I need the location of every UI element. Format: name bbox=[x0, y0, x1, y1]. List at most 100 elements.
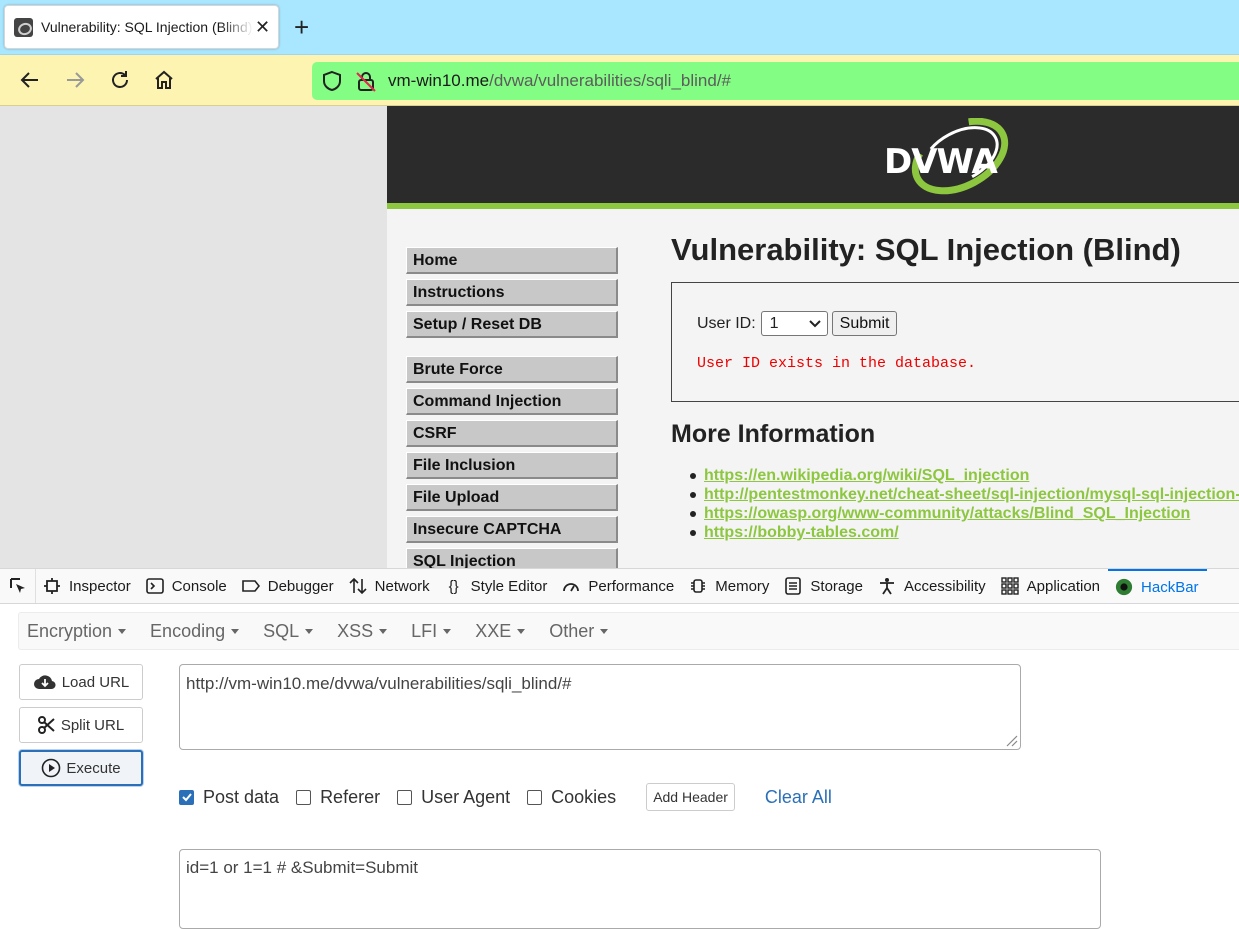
chevron-down-icon bbox=[808, 320, 821, 328]
dvwa-main-content: Vulnerability: SQL Injection (Blind) Use… bbox=[671, 232, 1239, 541]
post-data-label: Post data bbox=[203, 786, 280, 807]
close-tab-icon[interactable]: ✕ bbox=[255, 18, 270, 36]
menu-item-csrf[interactable]: CSRF bbox=[406, 420, 618, 447]
caret-down-icon bbox=[600, 629, 609, 635]
post-data-checkbox[interactable] bbox=[179, 789, 194, 805]
tab-label: Accessibility bbox=[903, 577, 986, 595]
menu-label: LFI bbox=[411, 620, 438, 641]
menu-xxe[interactable]: XXE bbox=[475, 621, 526, 642]
resize-grip-icon[interactable] bbox=[1004, 733, 1018, 747]
tracking-shield-icon[interactable] bbox=[321, 70, 343, 92]
menu-item-sql-injection[interactable]: SQL Injection bbox=[406, 548, 618, 568]
referer-option[interactable]: Referer bbox=[296, 787, 380, 808]
hackbar-url-textarea[interactable]: http://vm-win10.me/dvwa/vulnerabilities/… bbox=[179, 664, 1021, 750]
load-url-button[interactable]: Load URL bbox=[19, 664, 143, 700]
menu-label: XSS bbox=[337, 620, 374, 641]
home-icon[interactable] bbox=[150, 66, 178, 94]
menu-item-file-inclusion[interactable]: File Inclusion bbox=[406, 452, 618, 479]
forward-arrow-icon[interactable] bbox=[61, 66, 89, 94]
menu-item-file-upload[interactable]: File Upload bbox=[406, 484, 618, 511]
execute-button[interactable]: Execute bbox=[19, 750, 143, 786]
user-agent-option[interactable]: User Agent bbox=[397, 787, 510, 808]
post-data-textarea[interactable]: id=1 or 1=1 # &Submit=Submit bbox=[179, 849, 1101, 929]
clear-all-link[interactable]: Clear All bbox=[765, 787, 832, 808]
menu-item-brute-force[interactable]: Brute Force bbox=[406, 356, 618, 383]
devtools-panel: Inspector Console Debugger Network {} Sty… bbox=[0, 568, 1239, 929]
menu-lfi[interactable]: LFI bbox=[411, 620, 452, 642]
dvwa-header: DVWA bbox=[387, 106, 1239, 209]
scissors-icon bbox=[37, 716, 55, 734]
back-arrow-icon[interactable] bbox=[16, 66, 44, 94]
menu-item-insecure-captcha[interactable]: Insecure CAPTCHA bbox=[406, 516, 618, 543]
tab-storage[interactable]: Storage bbox=[777, 569, 871, 603]
url-textarea-value: http://vm-win10.me/dvwa/vulnerabilities/… bbox=[186, 674, 572, 693]
browser-tab[interactable]: Vulnerability: SQL Injection (Blind) :: … bbox=[4, 5, 279, 49]
tab-label: Performance bbox=[588, 577, 675, 595]
menu-other[interactable]: Other bbox=[549, 621, 609, 642]
user-agent-checkbox[interactable] bbox=[397, 789, 413, 805]
tab-hackbar[interactable]: HackBar bbox=[1108, 569, 1207, 603]
tab-label: HackBar bbox=[1141, 578, 1199, 596]
menu-item-setup[interactable]: Setup / Reset DB bbox=[406, 311, 618, 338]
tab-debugger[interactable]: Debugger bbox=[235, 569, 342, 603]
result-message: User ID exists in the database. bbox=[697, 355, 977, 372]
hackbar-options-row: Post data Referer User Agent Cookies Add… bbox=[179, 783, 832, 811]
reload-icon[interactable] bbox=[106, 66, 134, 94]
url-text[interactable]: vm-win10.me/dvwa/vulnerabilities/sqli_bl… bbox=[388, 71, 731, 91]
user-agent-label: User Agent bbox=[421, 786, 511, 807]
tab-network[interactable]: Network bbox=[342, 569, 438, 603]
split-url-button[interactable]: Split URL bbox=[19, 707, 143, 743]
tab-console[interactable]: Console bbox=[139, 569, 235, 603]
tab-inspector[interactable]: Inspector bbox=[36, 569, 139, 603]
console-icon bbox=[145, 577, 164, 595]
hackbar-menu-bar: Encryption Encoding SQL XSS LFI XXE Othe… bbox=[18, 612, 1239, 650]
user-id-form: User ID: 1 Submit bbox=[697, 311, 898, 336]
caret-down-icon bbox=[443, 629, 452, 635]
reference-link-bobby-tables[interactable]: https://bobby-tables.com/ bbox=[704, 524, 899, 541]
insecure-lock-icon[interactable] bbox=[355, 70, 377, 92]
user-id-label: User ID: bbox=[697, 314, 756, 332]
menu-xss[interactable]: XSS bbox=[337, 620, 388, 642]
tab-style-editor[interactable]: {} Style Editor bbox=[438, 569, 556, 603]
tab-application[interactable]: Application bbox=[994, 569, 1108, 603]
tab-label: Debugger bbox=[267, 577, 334, 595]
menu-sql[interactable]: SQL bbox=[263, 620, 314, 642]
caret-down-icon bbox=[231, 629, 240, 635]
menu-encoding[interactable]: Encoding bbox=[150, 621, 240, 642]
element-picker-icon[interactable] bbox=[0, 569, 36, 603]
dvwa-page: DVWA Home Instructions Setup / Reset DB … bbox=[387, 106, 1239, 568]
tab-label: Memory bbox=[715, 577, 770, 595]
address-bar[interactable]: vm-win10.me/dvwa/vulnerabilities/sqli_bl… bbox=[312, 62, 1239, 100]
menu-encryption[interactable]: Encryption bbox=[27, 620, 127, 642]
cookies-checkbox[interactable] bbox=[527, 789, 543, 805]
menu-item-instructions[interactable]: Instructions bbox=[406, 279, 618, 306]
referer-checkbox[interactable] bbox=[296, 789, 312, 805]
list-item: https://en.wikipedia.org/wiki/SQL_inject… bbox=[690, 466, 1239, 485]
vulnerable-code-area: User ID: 1 Submit User ID exists in the … bbox=[671, 282, 1239, 402]
cookies-label: Cookies bbox=[551, 786, 617, 807]
menu-item-home[interactable]: Home bbox=[406, 247, 618, 274]
add-header-button[interactable]: Add Header bbox=[646, 783, 735, 811]
menu-label: Encryption bbox=[27, 620, 113, 641]
reference-link-wikipedia[interactable]: https://en.wikipedia.org/wiki/SQL_inject… bbox=[704, 467, 1029, 484]
url-host: vm-win10.me bbox=[388, 71, 490, 90]
menu-label: SQL bbox=[263, 620, 300, 641]
tab-performance[interactable]: Performance bbox=[555, 569, 682, 603]
user-id-select[interactable]: 1 bbox=[760, 311, 828, 336]
reference-link-pentestmonkey[interactable]: http://pentestmonkey.net/cheat-sheet/sql… bbox=[704, 486, 1239, 503]
referer-label: Referer bbox=[320, 786, 381, 807]
tab-accessibility[interactable]: Accessibility bbox=[871, 569, 994, 603]
dvwa-logo[interactable]: DVWA bbox=[880, 118, 1016, 196]
style-editor-braces-icon: {} bbox=[448, 577, 459, 595]
more-information-heading: More Information bbox=[671, 420, 876, 448]
submit-button[interactable]: Submit bbox=[831, 311, 898, 336]
caret-down-icon bbox=[517, 629, 526, 635]
tab-memory[interactable]: Memory bbox=[682, 569, 777, 603]
menu-item-command-injection[interactable]: Command Injection bbox=[406, 388, 618, 415]
new-tab-plus-icon[interactable]: + bbox=[294, 14, 309, 40]
reference-link-owasp[interactable]: https://owasp.org/www-community/attacks/… bbox=[704, 505, 1190, 522]
post-data-option[interactable]: Post data bbox=[179, 787, 279, 808]
cookies-option[interactable]: Cookies bbox=[527, 787, 616, 808]
execute-label: Execute bbox=[66, 759, 121, 777]
url-path: /dvwa/vulnerabilities/sqli_blind/# bbox=[489, 71, 732, 90]
